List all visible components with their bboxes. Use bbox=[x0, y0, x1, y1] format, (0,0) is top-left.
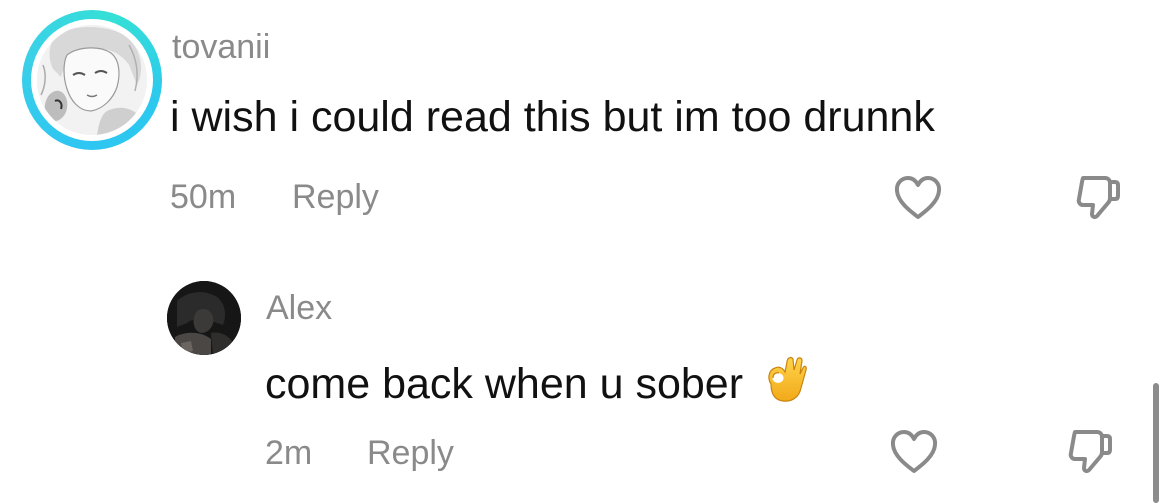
thumbs-down-icon bbox=[1068, 430, 1112, 474]
avatar[interactable] bbox=[22, 10, 162, 150]
dislike-button[interactable] bbox=[1060, 422, 1120, 482]
avatar[interactable] bbox=[167, 281, 241, 355]
comment-username[interactable]: tovanii bbox=[172, 30, 270, 64]
thumbs-down-icon bbox=[1076, 176, 1120, 220]
comment-timestamp: 50m bbox=[170, 178, 237, 216]
heart-icon bbox=[890, 430, 938, 473]
reply-button[interactable]: Reply bbox=[367, 436, 454, 470]
reply-text: come back when u sober bbox=[265, 360, 744, 408]
dislike-button[interactable] bbox=[1068, 168, 1128, 228]
ok-hand-emoji bbox=[761, 354, 807, 412]
reply-button[interactable]: Reply bbox=[292, 180, 379, 214]
like-button[interactable] bbox=[884, 422, 944, 482]
heart-icon bbox=[894, 176, 942, 219]
reply-text-line: come back when u sober bbox=[265, 354, 807, 412]
reply-username[interactable]: Alex bbox=[266, 291, 332, 325]
scrollbar[interactable] bbox=[1153, 383, 1159, 503]
avatar-image bbox=[167, 281, 241, 355]
reply-timestamp: 2m bbox=[265, 434, 313, 472]
comment-text: i wish i could read this but im too drun… bbox=[170, 93, 935, 141]
like-button[interactable] bbox=[888, 168, 948, 228]
avatar-image bbox=[37, 25, 147, 135]
